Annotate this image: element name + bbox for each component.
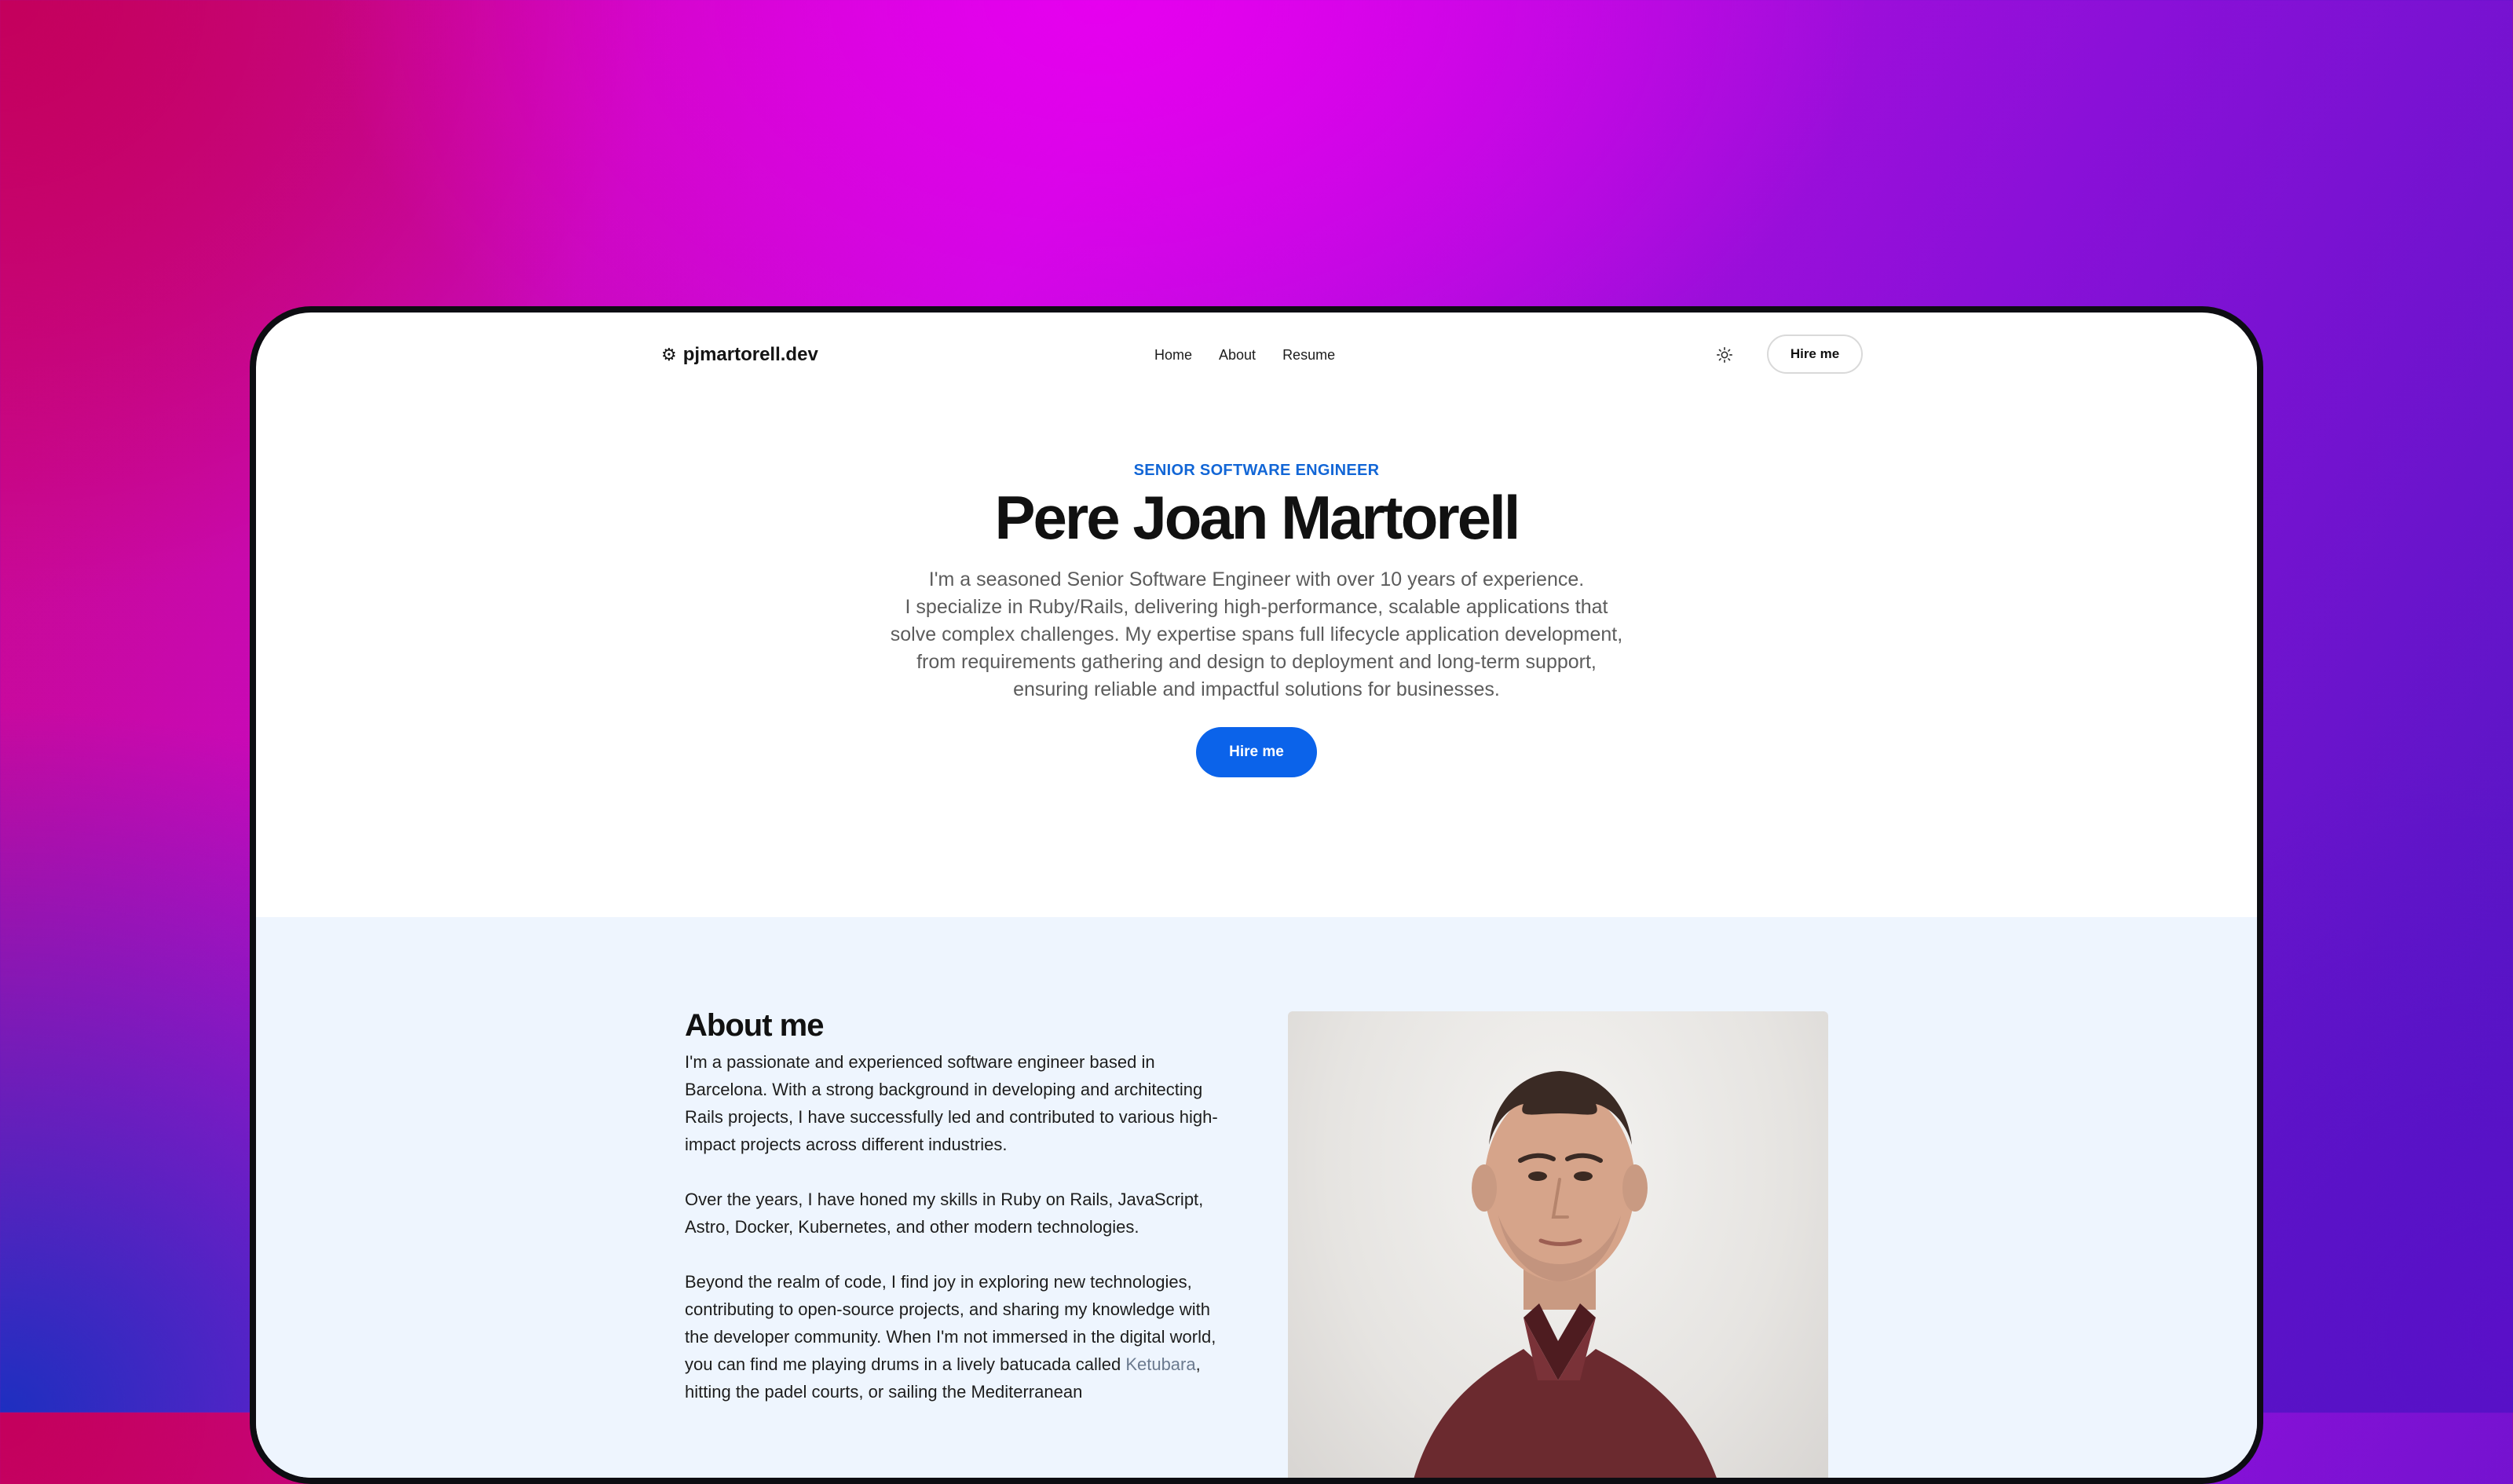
sun-icon bbox=[1717, 347, 1732, 363]
site-logo-text: pjmartorell.dev bbox=[682, 344, 818, 365]
about-paragraph: Beyond the realm of code, I find joy in … bbox=[685, 1268, 1235, 1405]
hero-line: I specialize in Ruby/Rails, delivering h… bbox=[905, 595, 1608, 618]
hero-line: ensuring reliable and impactful solution… bbox=[1013, 678, 1500, 700]
header-hire-button[interactable]: Hire me bbox=[1767, 334, 1863, 374]
profile-photo bbox=[1288, 1011, 1828, 1478]
hero-line: from requirements gathering and design t… bbox=[916, 650, 1597, 673]
ketubara-link[interactable]: Ketubara bbox=[1125, 1354, 1195, 1374]
hero-eyebrow: SENIOR SOFTWARE ENGINEER bbox=[1133, 462, 1380, 479]
theme-toggle-button[interactable] bbox=[1710, 341, 1739, 369]
hero-line: solve complex challenges. My expertise s… bbox=[890, 623, 1623, 645]
about-paragraph: Over the years, I have honed my skills i… bbox=[685, 1190, 1204, 1237]
hero-line: I'm a seasoned Senior Software Engineer … bbox=[928, 568, 1585, 590]
device-frame: ⚙ pjmartorell.dev Home About Resume Hire… bbox=[250, 306, 2263, 1484]
hero-description: I'm a seasoned Senior Software Engineer … bbox=[864, 566, 1649, 704]
main-nav: Home About Resume bbox=[1154, 347, 1335, 364]
about-title: About me bbox=[685, 1008, 824, 1043]
hero-section: SENIOR SOFTWARE ENGINEER Pere Joan Marto… bbox=[256, 462, 2257, 777]
nav-item-resume[interactable]: Resume bbox=[1282, 347, 1335, 364]
site-logo[interactable]: ⚙ pjmartorell.dev bbox=[661, 344, 818, 366]
about-paragraph: I'm a passionate and experienced softwar… bbox=[685, 1052, 1218, 1154]
portrait-illustration bbox=[1414, 1071, 1717, 1478]
nav-item-home[interactable]: Home bbox=[1154, 347, 1192, 364]
hero-title: Pere Joan Martorell bbox=[994, 483, 1521, 552]
gear-icon: ⚙ bbox=[661, 345, 677, 364]
nav-item-about[interactable]: About bbox=[1219, 347, 1256, 364]
about-section: About me I'm a passionate and experience… bbox=[256, 917, 2257, 1478]
hero-hire-button[interactable]: Hire me bbox=[1196, 726, 1317, 777]
about-content: About me I'm a passionate and experience… bbox=[685, 1008, 1235, 1433]
site-header: ⚙ pjmartorell.dev Home About Resume Hire… bbox=[256, 313, 2257, 399]
browser-screen: ⚙ pjmartorell.dev Home About Resume Hire… bbox=[256, 313, 2257, 1478]
